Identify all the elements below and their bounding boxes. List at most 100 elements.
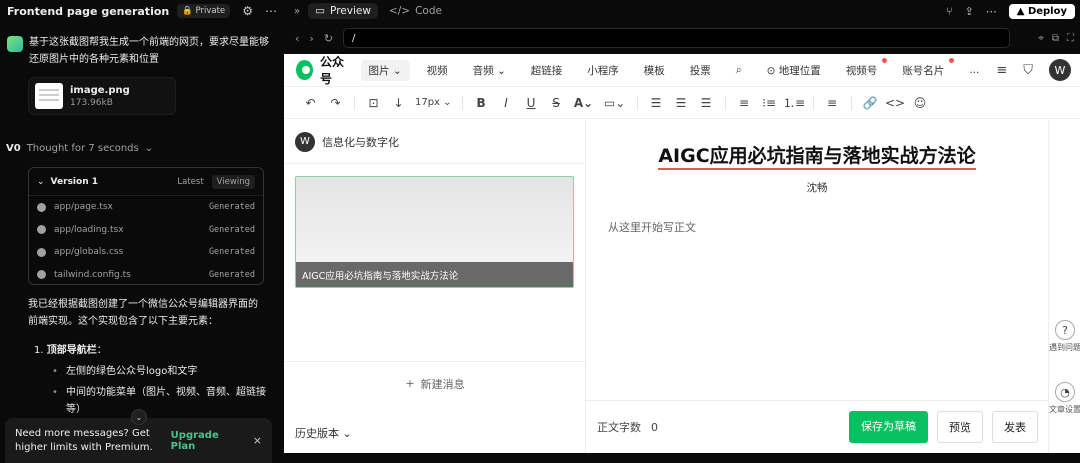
- article-settings-button[interactable]: ◔ 文章设置: [1049, 382, 1080, 415]
- new-message-button[interactable]: + 新建消息: [284, 361, 586, 405]
- viewing-badge: Viewing: [211, 174, 255, 189]
- user-avatar: [7, 36, 23, 52]
- search-icon[interactable]: ⌕: [728, 61, 750, 80]
- divider: [812, 95, 814, 110]
- user-message-text: 基于这张截图帮我生成一个前端的网页，要求尽量能够还原图片中的各种元素和位置: [29, 37, 269, 65]
- url-input[interactable]: /: [343, 28, 1011, 48]
- numbered-list-icon[interactable]: ⒈≡: [782, 94, 807, 111]
- history-button[interactable]: 历史版本 ⌄: [295, 425, 352, 441]
- word-count-value: 0: [651, 421, 658, 434]
- avatar: W: [295, 131, 315, 152]
- align-center-icon[interactable]: ☰: [669, 96, 694, 110]
- editor-toolbar: ↶ ↷ ⊡ ↓ 17px ⌄ B I U S A⌄ ▭⌄ ☰ ☰ ☰ ≡ ⁝≡ …: [284, 87, 1080, 119]
- menu-item-channels[interactable]: 视频号: [838, 57, 888, 81]
- strikethrough-icon[interactable]: S: [544, 96, 569, 110]
- close-icon[interactable]: ×: [253, 434, 262, 447]
- back-icon[interactable]: ‹: [295, 32, 299, 45]
- article-body-input[interactable]: 从这里开始写正文: [608, 219, 696, 235]
- menu-item-location[interactable]: ⊙ 地理位置: [759, 60, 829, 81]
- font-size-select[interactable]: 17px ⌄: [411, 97, 456, 108]
- underline-icon[interactable]: U: [519, 96, 544, 110]
- assistant-reply: 我已经根据截图创建了一个微信公众号编辑器界面的前端实现。这个实现包含了以下主要元…: [28, 299, 258, 327]
- bold-icon[interactable]: B: [469, 96, 494, 110]
- article-author[interactable]: 沈畅: [586, 180, 1048, 195]
- align-left-icon[interactable]: ☰: [644, 96, 669, 110]
- fullscreen-icon[interactable]: ⛶: [1067, 33, 1074, 44]
- version-file-row[interactable]: app/loading.tsx Generated: [29, 219, 263, 242]
- console-bar[interactable]: [284, 453, 1080, 463]
- privacy-label: Private: [195, 6, 226, 16]
- check-circle-icon: [37, 225, 46, 235]
- tab-preview-label: Preview: [330, 5, 371, 17]
- menu-item-image[interactable]: 图片 ⌄: [360, 59, 410, 81]
- font-color-icon[interactable]: A⌄: [569, 96, 599, 110]
- article-title-container: AIGC应用必坑指南与落地实战方法论: [586, 141, 1048, 170]
- file-name: app/loading.tsx: [54, 224, 124, 235]
- tab-code[interactable]: </> Code: [382, 3, 449, 19]
- select-icon[interactable]: ⌖: [1038, 33, 1044, 44]
- attachment-card[interactable]: image.png 173.96kB: [28, 77, 176, 115]
- save-draft-button[interactable]: 保存为草稿: [849, 411, 928, 443]
- shield-icon[interactable]: ⛉: [1023, 63, 1033, 78]
- file-status: Generated: [208, 269, 255, 280]
- help-button[interactable]: ? 遇到问题: [1049, 320, 1080, 353]
- more-icon[interactable]: ⋯: [986, 5, 997, 18]
- link-icon[interactable]: 🔗: [858, 96, 883, 110]
- indent-icon[interactable]: ≡: [820, 96, 845, 110]
- menu-item-card[interactable]: 账号名片: [894, 57, 955, 81]
- expand-icon[interactable]: »: [294, 6, 300, 17]
- version-file-row[interactable]: tailwind.config.ts Generated: [29, 264, 263, 287]
- bullet-list-icon[interactable]: ⁝≡: [757, 96, 782, 110]
- article-card[interactable]: AIGC应用必坑指南与落地实战方法论: [295, 176, 574, 288]
- preview-button[interactable]: 预览: [937, 411, 983, 443]
- upgrade-button[interactable]: Upgrade Plan: [171, 430, 245, 452]
- more-icon[interactable]: ⋯: [265, 4, 277, 18]
- menu-label: 小程序: [587, 64, 619, 77]
- undo-icon[interactable]: ↶: [298, 96, 323, 110]
- thought-toggle[interactable]: V0 Thought for 7 seconds ⌄: [6, 143, 153, 154]
- avatar[interactable]: W: [1049, 59, 1071, 81]
- background-color-icon[interactable]: ▭⌄: [599, 96, 631, 110]
- branch-icon[interactable]: ⑂: [946, 5, 953, 18]
- clear-format-icon[interactable]: ↓: [386, 96, 411, 110]
- redo-icon[interactable]: ↷: [323, 96, 348, 110]
- code-icon[interactable]: <>: [883, 96, 908, 110]
- wx-brand: 公众号: [319, 55, 344, 86]
- justify-icon[interactable]: ≡: [732, 96, 757, 110]
- version-header[interactable]: ⌄ Version 1 Latest Viewing: [29, 168, 263, 196]
- align-right-icon[interactable]: ☰: [694, 96, 719, 110]
- word-count: 正文字数 0: [597, 419, 658, 435]
- menu-item-link[interactable]: 超链接: [523, 60, 571, 81]
- refresh-icon[interactable]: ↻: [324, 32, 333, 45]
- menu-item-vote[interactable]: 投票: [682, 60, 719, 81]
- version-file-row[interactable]: app/page.tsx Generated: [29, 196, 263, 219]
- privacy-badge[interactable]: 🔒 Private: [177, 4, 231, 18]
- emoji-icon[interactable]: ☺: [908, 96, 933, 110]
- publish-button[interactable]: 发表: [992, 411, 1038, 443]
- menu-item-video[interactable]: 视频: [419, 60, 456, 81]
- question-icon: ?: [1055, 320, 1075, 340]
- settings-icon[interactable]: ⚙: [242, 4, 253, 18]
- format-painter-icon[interactable]: ⊡: [361, 96, 386, 110]
- project-title[interactable]: Frontend page generation: [7, 5, 169, 18]
- version-file-row[interactable]: app/globals.css Generated: [29, 241, 263, 264]
- share-icon[interactable]: ⇪: [965, 5, 974, 18]
- chevron-down-icon: ⌄: [37, 176, 45, 187]
- list-item: 左侧的绿色公众号logo和文字: [52, 363, 270, 380]
- preview-topbar: » ▭ Preview </> Code ⑂ ⇪ ⋯ ▲ Deploy: [284, 0, 1080, 22]
- menu-icon[interactable]: ≡: [996, 63, 1007, 78]
- tab-preview[interactable]: ▭ Preview: [308, 3, 378, 19]
- forward-icon[interactable]: ›: [309, 32, 313, 45]
- person-icon: ◔: [1055, 382, 1075, 402]
- menu-item-miniprogram[interactable]: 小程序: [579, 60, 627, 81]
- version-name: Version 1: [50, 176, 98, 187]
- menu-item-more[interactable]: ...: [961, 61, 987, 79]
- article-title[interactable]: AIGC应用必坑指南与落地实战方法论: [658, 145, 976, 170]
- menu-item-audio[interactable]: 音频 ⌄: [465, 60, 514, 81]
- footer-buttons: 保存为草稿 预览 发表: [849, 411, 1048, 443]
- deploy-button[interactable]: ▲ Deploy: [1008, 3, 1075, 19]
- italic-icon[interactable]: I: [494, 96, 519, 110]
- open-external-icon[interactable]: ⧉: [1052, 33, 1059, 44]
- scroll-down-button[interactable]: ⌄: [131, 409, 147, 425]
- menu-item-template[interactable]: 模板: [636, 60, 673, 81]
